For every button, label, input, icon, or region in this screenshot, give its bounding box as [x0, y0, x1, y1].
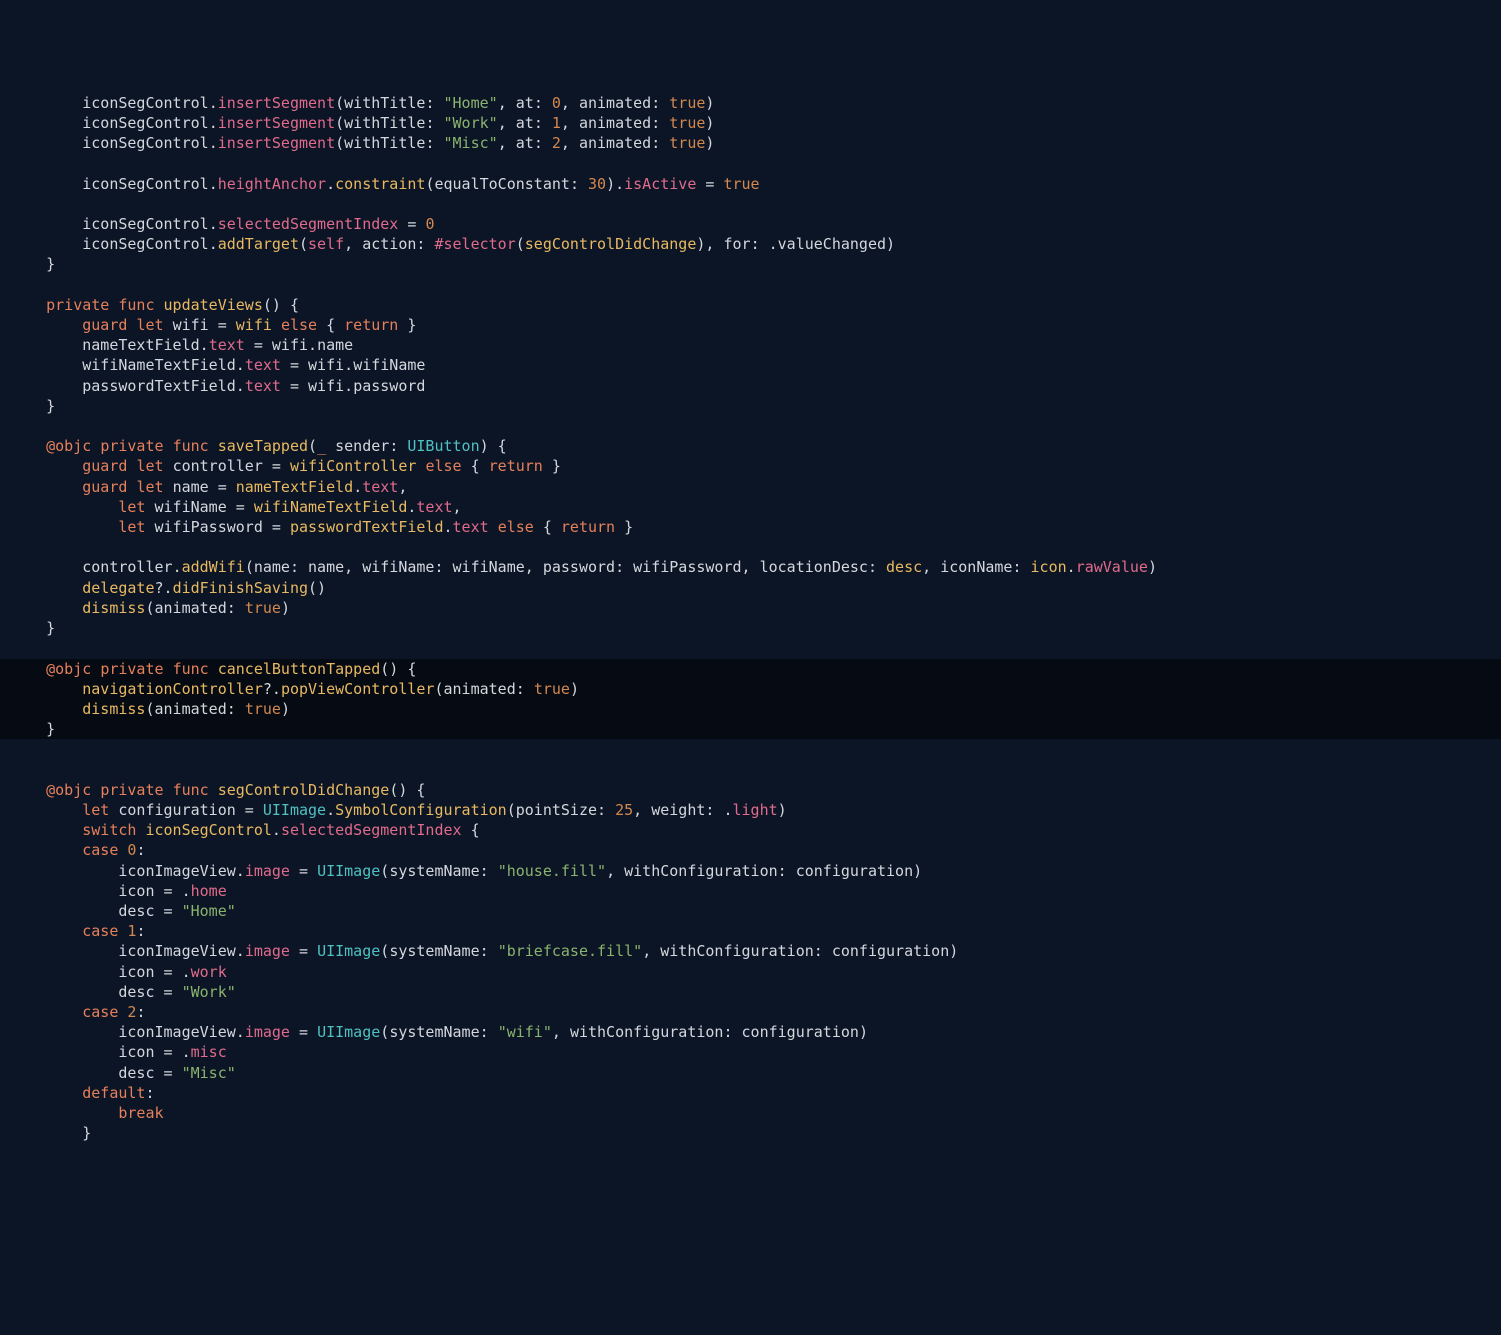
code-line: @objc private func segControlDidChange()… — [0, 781, 435, 799]
code-line: let configuration = UIImage.SymbolConfig… — [0, 801, 797, 819]
code-line: guard let name = nameTextField.text, — [0, 478, 417, 496]
code-line: let wifiPassword = passwordTextField.tex… — [0, 518, 643, 536]
code-editor[interactable]: iconSegControl.insertSegment(withTitle: … — [0, 93, 1501, 1144]
code-line — [0, 417, 29, 435]
code-line: nameTextField.text = wifi.name — [0, 336, 363, 354]
code-line: icon = .home — [0, 882, 237, 900]
code-line: guard let wifi = wifi else { return } — [0, 316, 426, 334]
code-line: let wifiName = wifiNameTextField.text, — [0, 498, 472, 516]
code-line: } — [0, 619, 65, 637]
code-line: controller.addWifi(name: name, wifiName:… — [0, 558, 1167, 576]
code-line: iconImageView.image = UIImage(systemName… — [0, 862, 932, 880]
code-line: iconSegControl.insertSegment(withTitle: … — [0, 134, 724, 152]
code-line: icon = .misc — [0, 1043, 237, 1061]
code-line: case 2: — [0, 1003, 155, 1021]
code-line: iconSegControl.heightAnchor.constraint(e… — [0, 175, 770, 193]
code-line — [0, 761, 29, 779]
code-line — [0, 538, 29, 556]
code-line — [0, 639, 29, 657]
highlighted-region: @objc private func cancelButtonTapped() … — [0, 659, 1501, 740]
code-line: } — [0, 255, 65, 273]
code-line: @objc private func saveTapped(_ sender: … — [0, 437, 517, 455]
code-line: iconSegControl.insertSegment(withTitle: … — [0, 94, 724, 112]
code-line — [0, 195, 29, 213]
code-line — [0, 154, 29, 172]
code-line: desc = "Work" — [0, 983, 246, 1001]
code-line: dismiss(animated: true) — [0, 700, 300, 718]
code-line: iconSegControl.insertSegment(withTitle: … — [0, 114, 724, 132]
code-line: iconImageView.image = UIImage(systemName… — [0, 1023, 878, 1041]
code-line: desc = "Misc" — [0, 1064, 246, 1082]
code-line: switch iconSegControl.selectedSegmentInd… — [0, 821, 490, 839]
code-line: guard let controller = wifiController el… — [0, 457, 571, 475]
code-line: delegate?.didFinishSaving() — [0, 579, 336, 597]
code-line: private func updateViews() { — [0, 296, 309, 314]
code-line: navigationController?.popViewController(… — [0, 680, 589, 698]
code-line: } — [0, 1124, 101, 1142]
code-line: default: — [0, 1084, 165, 1102]
code-line: case 1: — [0, 922, 155, 940]
code-line: iconSegControl.selectedSegmentIndex = 0 — [0, 215, 444, 233]
code-line: dismiss(animated: true) — [0, 599, 300, 617]
code-line: wifiNameTextField.text = wifi.wifiName — [0, 356, 435, 374]
code-line: @objc private func cancelButtonTapped() … — [0, 660, 426, 678]
code-line: } — [0, 720, 65, 738]
code-line: } — [0, 397, 65, 415]
code-line: icon = .work — [0, 963, 237, 981]
code-line: passwordTextField.text = wifi.password — [0, 377, 435, 395]
code-line: case 0: — [0, 841, 155, 859]
code-line: break — [0, 1104, 174, 1122]
code-line: iconSegControl.addTarget(self, action: #… — [0, 235, 905, 253]
code-line: desc = "Home" — [0, 902, 246, 920]
code-line — [0, 276, 29, 294]
code-line: iconImageView.image = UIImage(systemName… — [0, 942, 968, 960]
